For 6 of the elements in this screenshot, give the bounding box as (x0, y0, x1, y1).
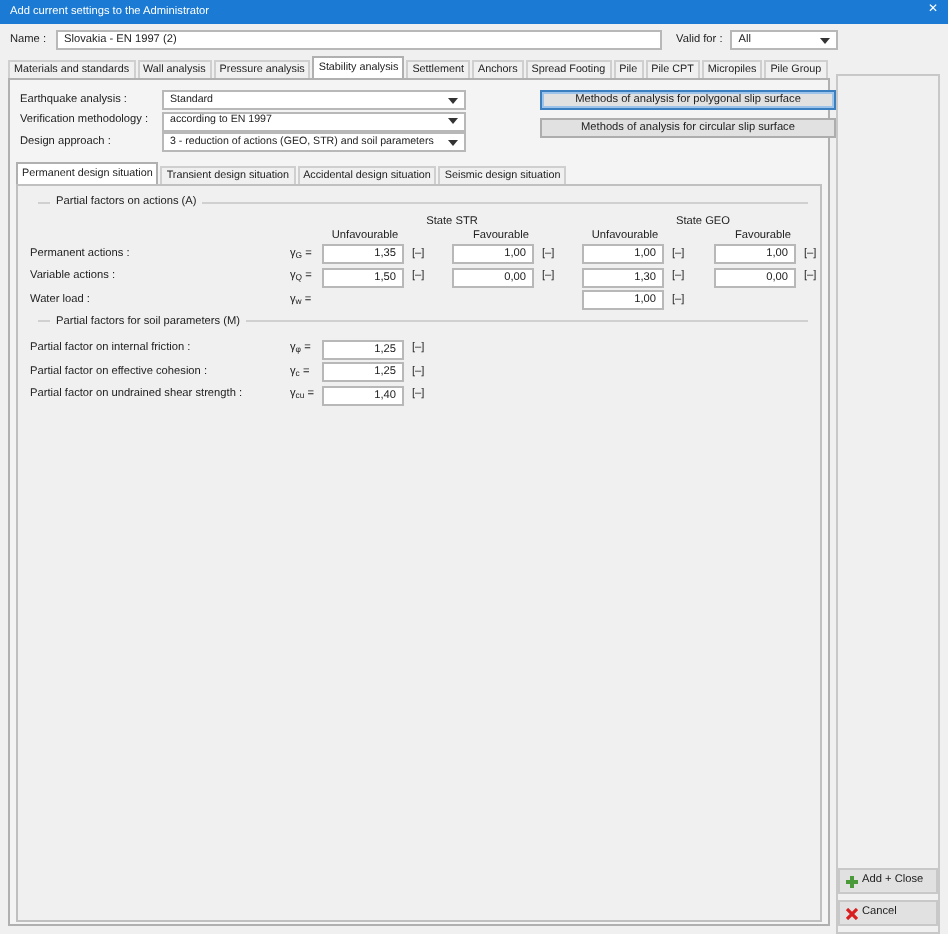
caret-icon (448, 139, 458, 145)
caret-icon (448, 97, 458, 103)
close-icon (846, 907, 858, 919)
caret-icon (820, 37, 831, 43)
caret-icon (448, 118, 458, 124)
add-icon (846, 875, 858, 887)
